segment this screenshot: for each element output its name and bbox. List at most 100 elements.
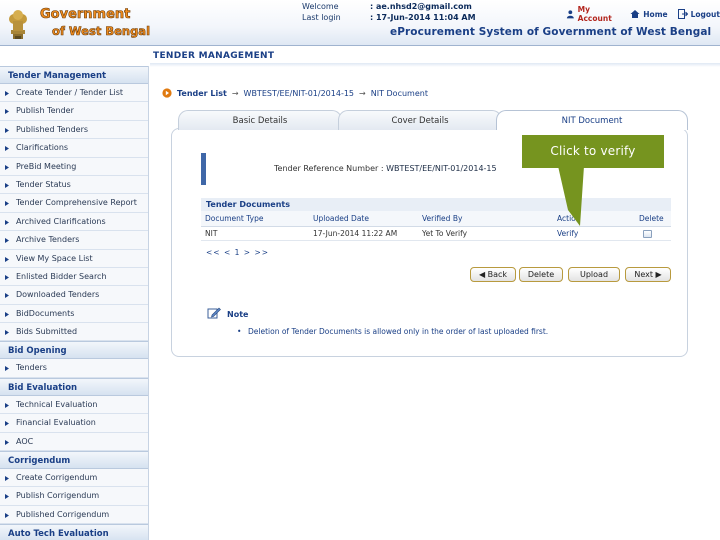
bullet-icon [5,421,9,427]
sidebar-section-corrigendum[interactable]: Corrigendum [0,451,148,470]
user-info: Welcome : ae.nhsd2@gmail.com Last login … [302,1,476,23]
home-link[interactable]: Home [630,5,668,23]
sidebar-item-tender-status[interactable]: Tender Status [0,175,148,195]
bullet-icon [5,439,9,445]
upload-button[interactable]: Upload [568,267,620,282]
sidebar-section-bid-evaluation[interactable]: Bid Evaluation [0,377,148,396]
sidebar-section-tender-management[interactable]: Tender Management [0,66,148,84]
column-document-type: Document Type [201,211,309,227]
bullet-icon [5,330,9,336]
verified-by-cell: Yet To Verify [418,226,553,241]
sidebar-item-prebid-meeting[interactable]: PreBid Meeting [0,157,148,176]
breadcrumb-separator: → [359,88,366,98]
svg-text:Government: Government [40,7,130,22]
sidebar-item-create-corrigendum[interactable]: Create Corrigendum [0,469,148,488]
sidebar-item-bids-submitted[interactable]: Bids Submitted [0,323,148,342]
tab-nit-document[interactable]: NIT Document [496,110,688,130]
user-email: : ae.nhsd2@gmail.com [370,2,472,11]
note-bullet: • [237,327,242,336]
bullet-icon [5,219,9,225]
pencil-note-icon [207,307,221,319]
back-button[interactable]: ◀ Back [470,267,516,282]
site-header: Government of West Bengal Welcome : ae.n… [0,0,720,46]
note-text: • Deletion of Tender Documents is allowe… [237,327,549,336]
click-to-verify-callout: Click to verify [522,135,664,168]
tender-reference-label: Tender Reference Number : [274,164,384,173]
document-type-cell: NIT [201,226,309,241]
bullet-icon [5,201,9,207]
bullet-icon [5,293,9,299]
breadcrumb-tender-list[interactable]: Tender List [177,89,227,98]
play-arrow-icon [162,88,172,98]
bullet-icon [5,238,9,244]
bullet-icon [5,366,9,372]
sidebar-item-publish-tender[interactable]: Publish Tender [0,102,148,121]
sidebar: Tender Management Create Tender / Tender… [0,66,149,540]
bullet-icon [5,494,9,500]
delete-checkbox[interactable] [643,229,652,238]
breadcrumb-separator: → [231,88,239,98]
bullet-icon [5,127,9,133]
tab-cover-details[interactable]: Cover Details [338,110,502,130]
uploaded-date-cell: 17-Jun-2014 11:22 AM [309,226,418,241]
sidebar-item-view-my-space-list[interactable]: View My Space List [0,249,148,268]
next-arrow-icon: ▶ [652,270,662,279]
tender-reference: Tender Reference Number : WBTEST/EE/NIT-… [274,164,497,173]
sidebar-item-archive-tenders[interactable]: Archive Tenders [0,231,148,250]
sidebar-item-tender-comprehensive-report[interactable]: Tender Comprehensive Report [0,194,148,213]
system-title: eProcurement System of Government of Wes… [390,26,712,38]
column-verified-by: Verified By [418,211,553,227]
user-icon [566,10,574,19]
logout-link[interactable]: Logout [677,5,720,23]
last-login-value: : 17-Jun-2014 11:04 AM [370,13,476,22]
tab-basic-details[interactable]: Basic Details [178,110,342,130]
sidebar-item-aoc[interactable]: AOC [0,432,148,452]
pagination[interactable]: << < 1 > >> [206,248,269,257]
sidebar-item-clarifications[interactable]: Clarifications [0,139,148,158]
sidebar-item-published-corrigendum[interactable]: Published Corrigendum [0,505,148,525]
breadcrumb-nit-document: NIT Document [370,88,428,98]
callout-arrow [550,166,584,226]
bullet-icon [5,164,9,170]
svg-text:of West Bengal: of West Bengal [52,24,150,38]
sidebar-item-publish-corrigendum[interactable]: Publish Corrigendum [0,487,148,506]
state-emblem-icon [4,3,32,41]
sidebar-item-financial-evaluation[interactable]: Financial Evaluation [0,414,148,433]
sidebar-item-enlisted-bidder-search[interactable]: Enlisted Bidder Search [0,267,148,287]
sidebar-section-bid-opening[interactable]: Bid Opening [0,341,148,360]
sidebar-item-archived-clarifications[interactable]: Archived Clarifications [0,212,148,232]
page-title: TENDER MANAGEMENT [153,51,275,61]
bullet-icon [5,146,9,152]
logout-icon [677,9,688,19]
title-divider [150,63,720,67]
top-links: My Account Home Logout [566,5,720,23]
sidebar-section-auto-tech-evaluation[interactable]: Auto Tech Evaluation [0,524,148,540]
home-icon [630,10,640,18]
breadcrumb-tender-ref[interactable]: WBTEST/EE/NIT-01/2014-15 [244,89,355,98]
delete-button[interactable]: Delete [519,267,563,282]
sidebar-item-create-tender[interactable]: Create Tender / Tender List [0,84,148,103]
sidebar-item-tenders[interactable]: Tenders [0,359,148,378]
next-button[interactable]: Next ▶ [625,267,671,282]
sidebar-item-published-tenders[interactable]: Published Tenders [0,120,148,140]
back-arrow-icon: ◀ [478,270,488,279]
breadcrumb: Tender List → WBTEST/EE/NIT-01/2014-15 →… [162,88,428,98]
sidebar-item-downloaded-tenders[interactable]: Downloaded Tenders [0,286,148,305]
my-account-link[interactable]: My Account [566,5,620,23]
sidebar-item-bid-documents[interactable]: BidDocuments [0,304,148,324]
column-delete: Delete [635,211,671,227]
bullet-icon [5,476,9,482]
bullet-icon [5,256,9,262]
tender-reference-number: WBTEST/EE/NIT-01/2014-15 [386,164,497,173]
sidebar-item-technical-evaluation[interactable]: Technical Evaluation [0,395,148,415]
last-login-label: Last login [302,13,341,22]
note-title: Note [227,310,249,319]
bullet-icon [5,402,9,408]
bullet-icon [5,91,9,96]
government-logo: Government of West Bengal [38,4,151,40]
welcome-label: Welcome [302,2,339,11]
column-uploaded-date: Uploaded Date [309,211,418,227]
tab-bar: Basic Details Cover Details NIT Document [178,110,688,130]
bullet-icon [5,109,9,115]
bullet-icon [5,311,9,317]
